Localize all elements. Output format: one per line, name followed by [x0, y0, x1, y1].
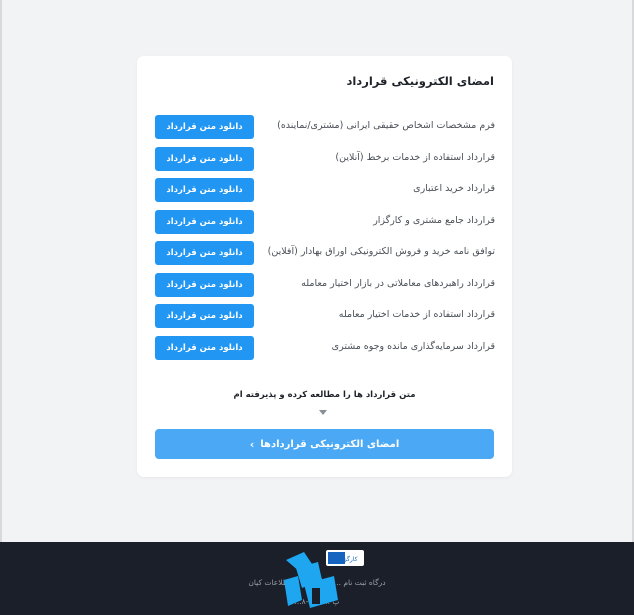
chevron-left-icon: ›: [249, 437, 255, 451]
contract-row: قرارداد جامع مشتری و کارگزار دانلود متن …: [137, 209, 512, 242]
contract-title: قرارداد استفاده از خدمات برخط (آنلاین): [335, 151, 495, 163]
contract-list: فرم مشخصات اشخاص حقیقی ایرانی (مشتری/نما…: [137, 115, 512, 367]
page-left-border: [0, 0, 2, 542]
contract-row: قرارداد سرمایه‌گذاری مانده وجوه مشتری دا…: [137, 335, 512, 368]
contract-row: قرارداد خرید اعتباری دانلود متن قرارداد: [137, 178, 512, 210]
contract-row: قرارداد راهبردهای معاملاتی در بازار اختی…: [137, 272, 512, 305]
contract-title: قرارداد سرمایه‌گذاری مانده وجوه مشتری: [331, 340, 495, 352]
caret-down-icon: [319, 410, 327, 415]
card-title: امضای الکترونیکی قرارداد: [346, 74, 494, 88]
download-contract-button[interactable]: دانلود متن قرارداد: [155, 209, 254, 234]
download-contract-button[interactable]: دانلود متن قرارداد: [155, 304, 254, 328]
contract-title: توافق نامه خرید و فروش الکترونیکی اوراق …: [267, 246, 495, 257]
contract-title: قرارداد استفاده از خدمات اختیار معامله: [338, 309, 495, 320]
brand-logo-icon: کارگزاری: [284, 550, 364, 608]
download-contract-button[interactable]: دانلود متن قرارداد: [155, 178, 254, 202]
download-contract-button[interactable]: دانلود متن قرارداد: [155, 146, 254, 171]
contract-row: قرارداد استفاده از خدمات برخط (آنلاین) د…: [137, 146, 512, 179]
contract-title: قرارداد خرید اعتباری: [413, 183, 495, 194]
footer: درگاه ثبت نام ... کارگزاری ... اطلاعات ک…: [0, 542, 634, 615]
download-contract-button[interactable]: دانلود متن قرارداد: [155, 241, 254, 265]
logo-text: کارگزاری: [334, 555, 357, 563]
contract-signing-card: امضای الکترونیکی قرارداد فرم مشخصات اشخا…: [137, 56, 512, 477]
contract-title: فرم مشخصات اشخاص حقیقی ایرانی (مشتری/نما…: [277, 120, 495, 131]
download-contract-button[interactable]: دانلود متن قرارداد: [155, 115, 254, 139]
contract-row: توافق نامه خرید و فروش الکترونیکی اوراق …: [137, 241, 512, 273]
contract-title: قرارداد راهبردهای معاملاتی در بازار اختی…: [301, 277, 495, 289]
accept-terms-text[interactable]: متن قرارداد ها را مطالعه کرده و پذیرفته …: [137, 390, 512, 400]
sign-button-label: امضای الکترونیکی قراردادها: [260, 438, 400, 450]
contract-row: فرم مشخصات اشخاص حقیقی ایرانی (مشتری/نما…: [137, 115, 512, 147]
sign-contracts-button[interactable]: امضای الکترونیکی قراردادها ›: [155, 429, 494, 459]
download-contract-button[interactable]: دانلود متن قرارداد: [155, 335, 254, 360]
download-contract-button[interactable]: دانلود متن قرارداد: [155, 272, 254, 297]
contract-title: قرارداد جامع مشتری و کارگزار: [373, 214, 495, 226]
contract-row: قرارداد استفاده از خدمات اختیار معامله د…: [137, 304, 512, 336]
